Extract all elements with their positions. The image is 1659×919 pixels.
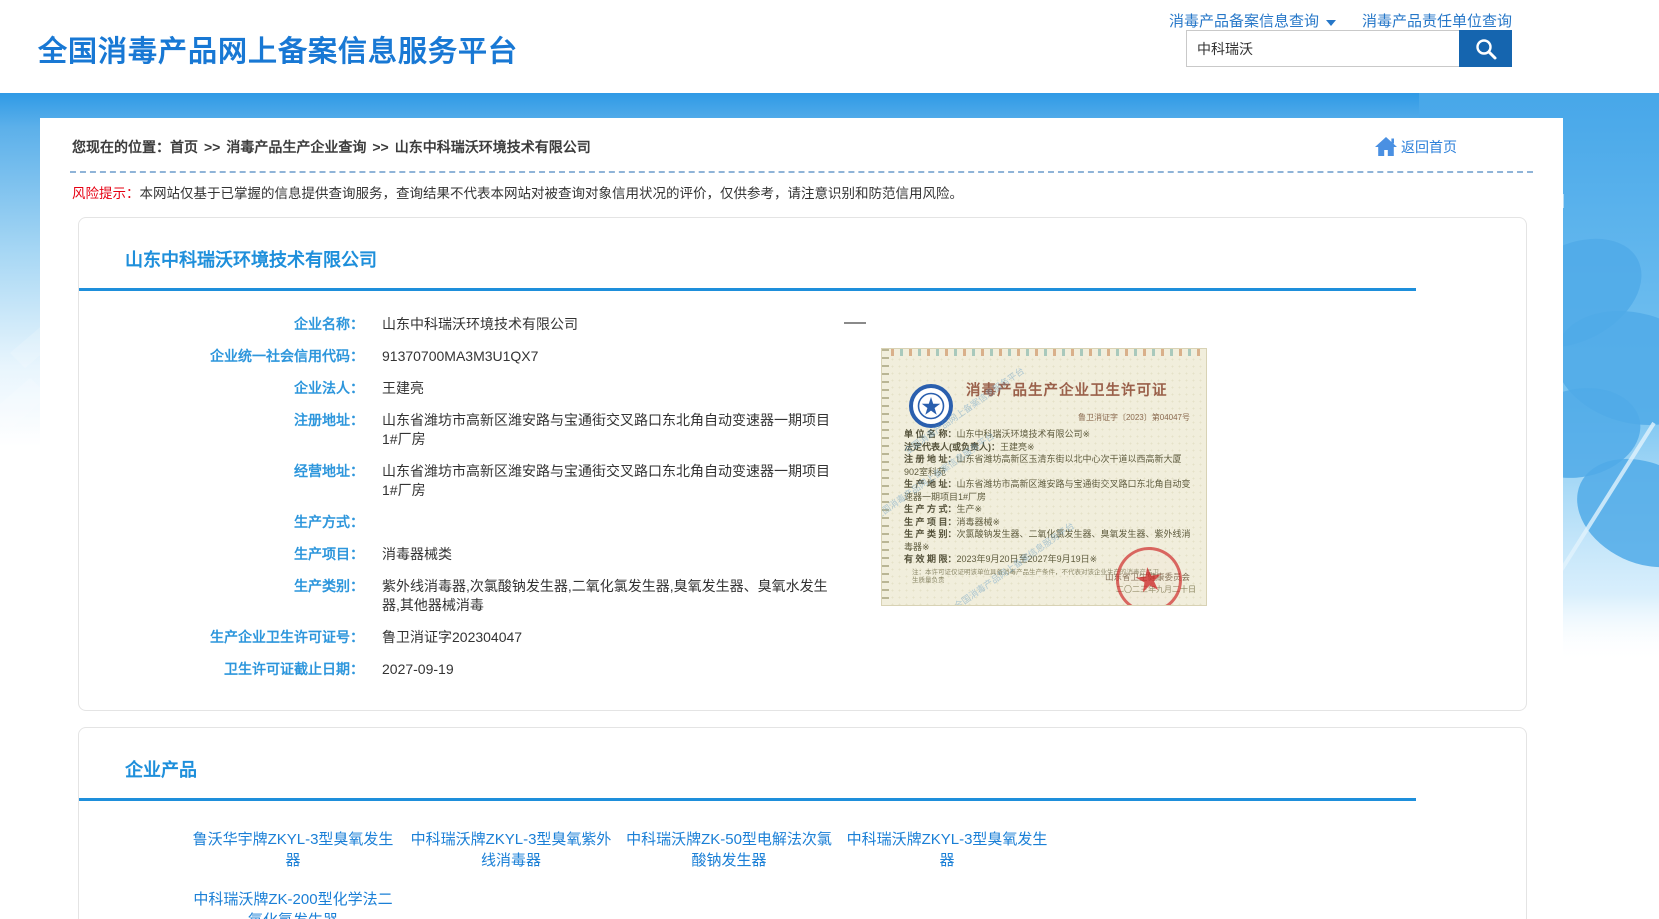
field-row: 企业法人： 王建亮 (79, 379, 1526, 398)
certificate-perforation (882, 349, 889, 605)
field-row: 生产企业卫生许可证号： 鲁卫消证字202304047 (79, 628, 1526, 647)
breadcrumb-item: 山东中科瑞沃环境技术有限公司 (395, 139, 591, 155)
risk-text: 本网站仅基于已掌握的信息提供查询服务，查询结果不代表本网站对被查询对象信用状况的… (140, 186, 964, 201)
risk-label: 风险提示： (72, 186, 140, 201)
field-value: 山东中科瑞沃环境技术有限公司 (382, 315, 578, 334)
products-card: 企业产品 鲁沃华宇牌ZKYL-3型臭氧发生器中科瑞沃牌ZKYL-3型臭氧紫外线消… (78, 727, 1527, 919)
search-icon (1473, 36, 1499, 62)
breadcrumb-prefix: 您现在的位置： (72, 139, 170, 155)
top-nav-link[interactable]: 消毒产品责任单位查询 (1362, 10, 1512, 31)
field-value: 91370700MA3M3U1QX7 (382, 347, 538, 366)
risk-notice: 风险提示：本网站仅基于已掌握的信息提供查询服务，查询结果不代表本网站对被查询对象… (72, 185, 1531, 203)
field-value: 2027-09-19 (382, 660, 454, 679)
back-home-link[interactable]: 返回首页 (1374, 136, 1457, 157)
top-nav-link[interactable]: 消毒产品备案信息查询 (1169, 10, 1336, 31)
site-title: 全国消毒产品网上备案信息服务平台 (38, 28, 518, 70)
company-card-title: 山东中科瑞沃环境技术有限公司 (125, 246, 1526, 272)
product-link[interactable]: 鲁沃华宇牌ZKYL-3型臭氧发生器 (187, 829, 399, 871)
field-label: 生产企业卫生许可证号： (79, 628, 364, 647)
search-input[interactable] (1186, 30, 1459, 67)
field-label: 经营地址： (79, 462, 364, 500)
field-label: 注册地址： (79, 411, 364, 449)
breadcrumb-row: 您现在的位置：首页 >> 消毒产品生产企业查询 >> 山东中科瑞沃环境技术有限公司 返回… (40, 136, 1563, 157)
field-row: 卫生许可证截止日期： 2027-09-19 (79, 660, 1526, 679)
breadcrumb-item: 首页 (170, 139, 198, 155)
site-header: 全国消毒产品网上备案信息服务平台 消毒产品备案信息查询 消毒产品责任单位查询 (0, 0, 1659, 93)
products-card-title: 企业产品 (125, 756, 1526, 782)
field-label: 生产类别： (79, 577, 364, 615)
search-bar (1186, 30, 1512, 67)
field-label: 生产方式： (79, 513, 364, 532)
field-row: 生产项目： 消毒器械类 (79, 545, 1526, 564)
field-row: 生产方式： (79, 513, 1526, 532)
product-link[interactable]: 中科瑞沃牌ZK-200型化学法二氧化氯发生器 (187, 889, 399, 919)
field-row: 经营地址： 山东省潍坊市高新区潍安路与宝通街交叉路口东北角自动变速器一期项目1#厂… (79, 462, 1526, 500)
breadcrumb: 您现在的位置：首页 >> 消毒产品生产企业查询 >> 山东中科瑞沃环境技术有限公司 (72, 137, 591, 157)
top-nav: 消毒产品备案信息查询 消毒产品责任单位查询 (1169, 10, 1512, 31)
certificate-line: 单 位 名 称：山东中科瑞沃环境技术有限公司※ (904, 428, 1196, 441)
certificate-line: 法定代表人(或负责人)：王建亮※ (904, 441, 1196, 454)
product-link[interactable]: 中科瑞沃牌ZKYL-3型臭氧发生器 (841, 829, 1053, 871)
breadcrumb-separator: >> (204, 139, 220, 155)
certificate-line: 注 册 地 址：山东省潍坊高新区玉清东街以北中心次干道以西高新大厦902室科苑 (904, 453, 1196, 478)
page: O OH 全国消毒产品网上备案信息服务平台 消毒产品备案信息查询消毒产品责任单位… (0, 0, 1659, 919)
search-button[interactable] (1459, 30, 1512, 67)
dash-mark (844, 322, 866, 324)
certificate-line: 生 产 方 式：生产※ (904, 503, 1196, 516)
field-label: 企业名称： (79, 315, 364, 334)
field-row: 生产类别： 紫外线消毒器,次氯酸钠发生器,二氧化氯发生器,臭氧发生器、臭氧水发生器… (79, 577, 1526, 615)
back-home-label: 返回首页 (1401, 137, 1457, 157)
certificate-title: 消毒产品生产企业卫生许可证 (966, 379, 1196, 400)
certificate-line: 生 产 地 址：山东省潍坊市高新区潍安路与宝通街交叉路口东北角自动变速器一期项目… (904, 478, 1196, 503)
title-underline (79, 288, 1416, 291)
product-list: 鲁沃华宇牌ZKYL-3型臭氧发生器中科瑞沃牌ZKYL-3型臭氧紫外线消毒器中科瑞… (187, 829, 1526, 919)
field-row: 企业名称： 山东中科瑞沃环境技术有限公司 (79, 315, 1526, 334)
field-value: 山东省潍坊市高新区潍安路与宝通街交叉路口东北角自动变速器一期项目1#厂房 (382, 462, 842, 500)
field-value: 王建亮 (382, 379, 424, 398)
breadcrumb-separator: >> (372, 139, 388, 155)
certificate-lines: 单 位 名 称：山东中科瑞沃环境技术有限公司※法定代表人(或负责人)：王建亮※注… (904, 428, 1196, 566)
chevron-down-icon (1326, 20, 1336, 26)
company-fields: 企业名称： 山东中科瑞沃环境技术有限公司企业统一社会信用代码： 91370700MA… (79, 315, 1526, 679)
field-label: 生产项目： (79, 545, 364, 564)
product-link[interactable]: 中科瑞沃牌ZK-50型电解法次氯酸钠发生器 (623, 829, 835, 871)
breadcrumb-item: 消毒产品生产企业查询 (226, 139, 366, 155)
certificate-image: 消毒产品生产企业卫生许可证 鲁卫消证字〔2023〕第04047号 单 位 名 称… (881, 348, 1207, 606)
field-row: 注册地址： 山东省潍坊市高新区潍安路与宝通街交叉路口东北角自动变速器一期项目1#厂… (79, 411, 1526, 449)
field-label: 企业法人： (79, 379, 364, 398)
national-emblem-icon (908, 383, 954, 429)
certificate-border-pattern (882, 349, 1206, 356)
field-value: 鲁卫消证字202304047 (382, 628, 522, 647)
dashed-divider (70, 171, 1533, 173)
title-underline (79, 798, 1416, 801)
field-value: 紫外线消毒器,次氯酸钠发生器,二氧化氯发生器,臭氧发生器、臭氧水发生器,其他器械… (382, 577, 842, 615)
field-label: 企业统一社会信用代码： (79, 347, 364, 366)
field-value: 消毒器械类 (382, 545, 452, 564)
certificate-line: 生 产 项 目：消毒器械※ (904, 516, 1196, 529)
field-value: 山东省潍坊市高新区潍安路与宝通街交叉路口东北角自动变速器一期项目1#厂房 (382, 411, 842, 449)
field-row: 企业统一社会信用代码： 91370700MA3M3U1QX7 (79, 347, 1526, 366)
main-panel: 您现在的位置：首页 >> 消毒产品生产企业查询 >> 山东中科瑞沃环境技术有限公司 返回… (40, 118, 1563, 919)
company-card: 山东中科瑞沃环境技术有限公司 企业名称：山东中科瑞沃环境技术有限公司企业统一社会… (78, 217, 1527, 711)
field-label: 卫生许可证截止日期： (79, 660, 364, 679)
product-link[interactable]: 中科瑞沃牌ZKYL-3型臭氧紫外线消毒器 (405, 829, 617, 871)
home-icon (1374, 136, 1398, 157)
